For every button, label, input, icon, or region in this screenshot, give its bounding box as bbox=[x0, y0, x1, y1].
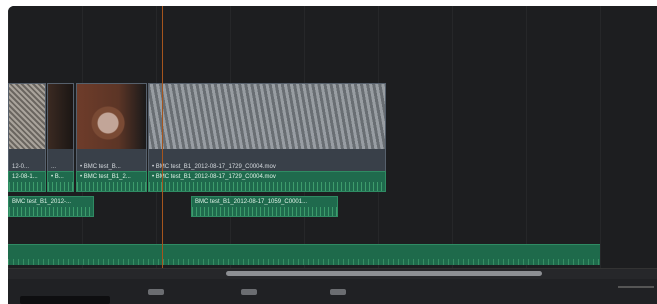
audio-waveform bbox=[8, 259, 600, 265]
audio-clip[interactable]: • BMC test_B1_2... bbox=[76, 171, 147, 192]
clip-label: • BMC test_B1_2012-08-17_1729_C0004.mov bbox=[152, 174, 276, 180]
audio-waveform bbox=[9, 207, 93, 216]
blade-tool-icon[interactable] bbox=[148, 289, 164, 295]
playhead[interactable] bbox=[162, 6, 163, 268]
audio-waveform bbox=[9, 182, 45, 191]
audio-clip[interactable]: • B... bbox=[47, 171, 74, 192]
audio-waveform bbox=[192, 207, 337, 216]
timeline-tracks[interactable]: 12-0... ... • BMC test_B... • BMC test_B… bbox=[8, 6, 657, 268]
clip-thumbnail bbox=[77, 84, 146, 149]
timeline-toolbar bbox=[8, 279, 657, 304]
timeline-panel: 12-0... ... • BMC test_B... • BMC test_B… bbox=[8, 6, 657, 304]
audio-waveform bbox=[48, 182, 73, 191]
audio-waveform bbox=[77, 182, 146, 191]
link-icon[interactable] bbox=[241, 289, 257, 295]
audio-clip[interactable]: • BMC test_B1_2012-08-17_1729_C0004.mov bbox=[148, 171, 386, 192]
clip-label: 12-08-1... bbox=[12, 174, 38, 180]
clip-label: • BMC test_B1_2012-08-17_1729_C0004.mov bbox=[152, 164, 276, 170]
video-clip[interactable]: ... bbox=[47, 83, 74, 175]
snap-icon[interactable] bbox=[330, 289, 346, 295]
video-clip[interactable]: • BMC test_B1_2012-08-17_1729_C0004.mov bbox=[148, 83, 386, 175]
clip-thumbnail bbox=[149, 84, 385, 149]
horizontal-scrollbar[interactable] bbox=[8, 268, 657, 279]
clip-label: BMC test_B1_2012-08-17_1059_C0001... bbox=[195, 199, 308, 205]
clip-thumbnail bbox=[9, 84, 45, 149]
clip-label: • B... bbox=[51, 174, 64, 180]
clip-thumbnail-strip[interactable] bbox=[20, 296, 110, 304]
scrollbar-thumb[interactable] bbox=[226, 271, 542, 276]
video-clip[interactable]: 12-0... bbox=[8, 83, 46, 175]
audio-clip[interactable]: BMC test_B1_2012-08-17_1059_C0001... bbox=[191, 196, 338, 217]
clip-label: ... bbox=[51, 164, 57, 170]
clip-thumbnail bbox=[48, 84, 73, 149]
zoom-slider[interactable] bbox=[618, 286, 654, 288]
clip-label: BMC test_B1_2012-... bbox=[12, 199, 72, 205]
audio-waveform bbox=[149, 182, 385, 191]
video-clip[interactable]: • BMC test_B... bbox=[76, 83, 147, 175]
audio-clip-long[interactable] bbox=[8, 244, 600, 265]
clip-label: 12-0... bbox=[12, 164, 30, 170]
clip-label: • BMC test_B... bbox=[80, 164, 121, 170]
audio-clip[interactable]: 12-08-1... bbox=[8, 171, 46, 192]
audio-clip[interactable]: BMC test_B1_2012-... bbox=[8, 196, 94, 217]
clip-label: • BMC test_B1_2... bbox=[80, 174, 131, 180]
